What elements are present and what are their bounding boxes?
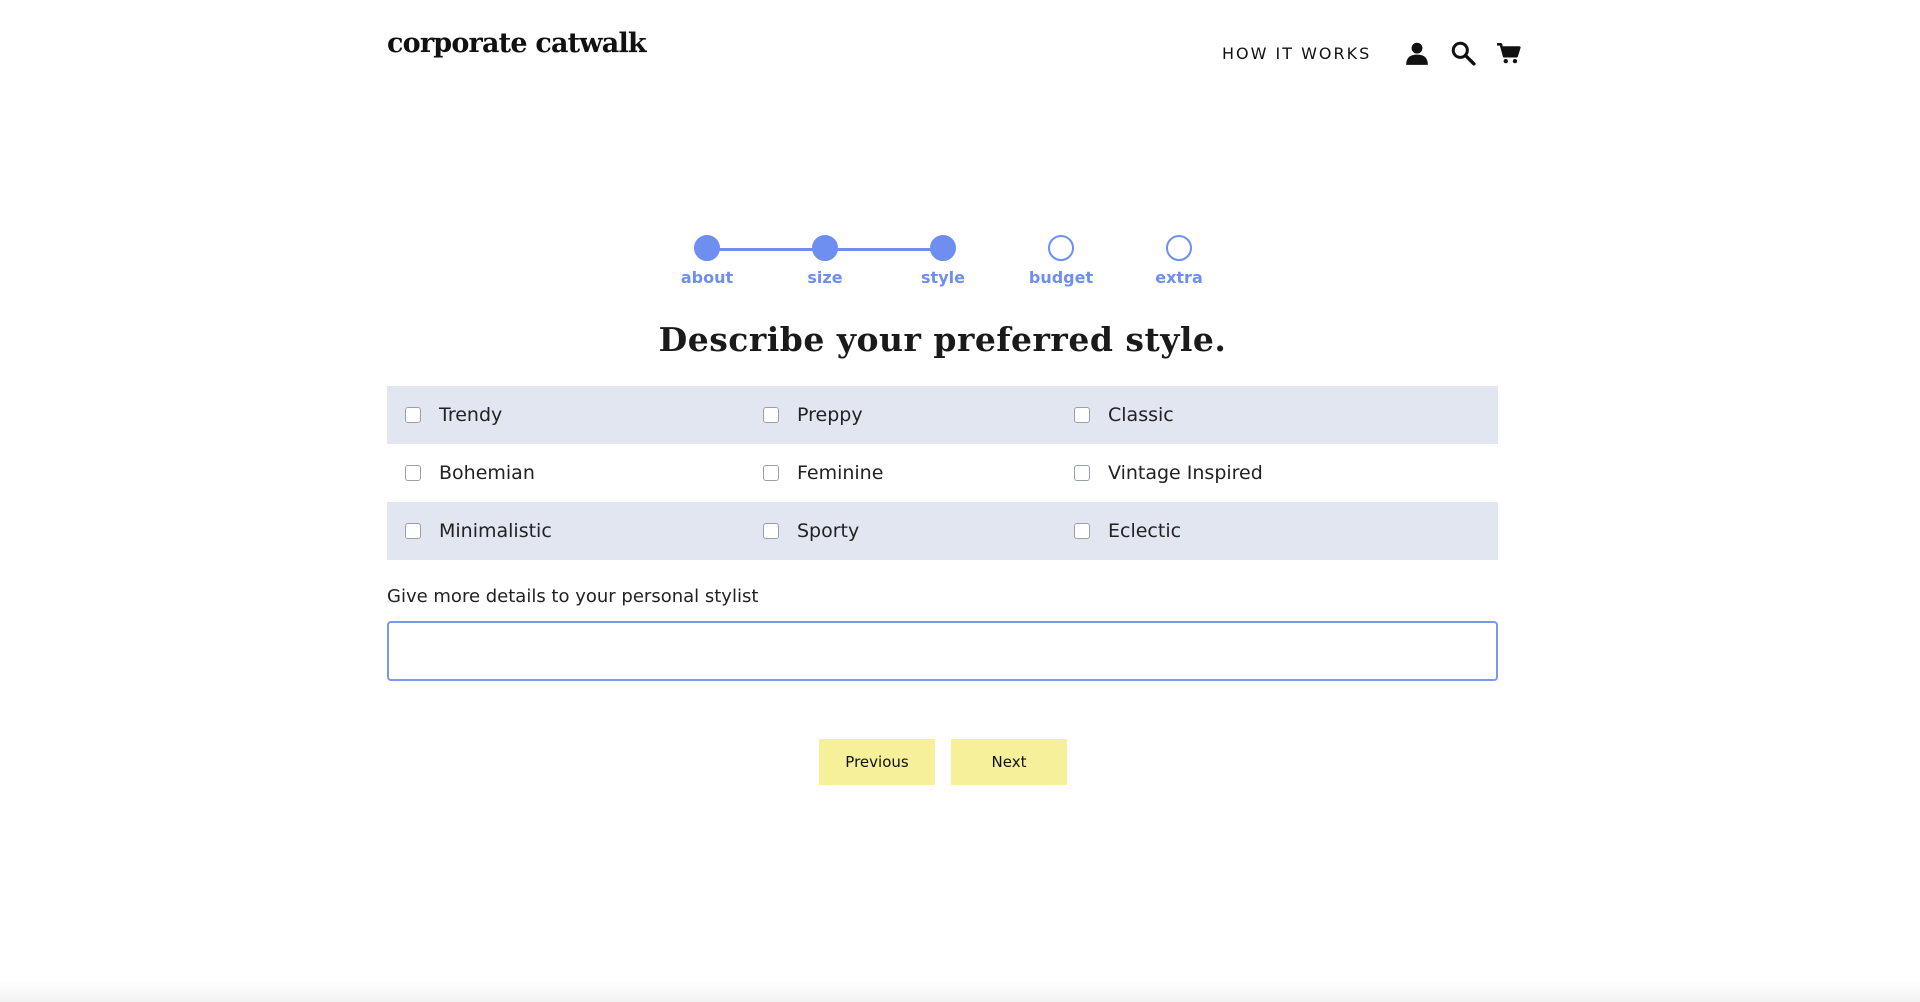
step-budget[interactable]: budget: [1001, 235, 1121, 287]
step-dot-size: [812, 235, 838, 261]
step-about[interactable]: about: [647, 235, 767, 287]
option-sporty[interactable]: Sporty: [763, 502, 859, 560]
options-row: Bohemian Feminine Vintage Inspired: [387, 444, 1498, 502]
step-dot-extra: [1166, 235, 1192, 261]
option-bohemian[interactable]: Bohemian: [405, 444, 535, 502]
option-preppy[interactable]: Preppy: [763, 386, 863, 444]
option-vintage-inspired[interactable]: Vintage Inspired: [1074, 444, 1263, 502]
option-label: Sporty: [797, 520, 860, 542]
option-label: Minimalistic: [439, 520, 552, 542]
checkbox-classic[interactable]: [1074, 407, 1090, 423]
option-eclectic[interactable]: Eclectic: [1074, 502, 1181, 560]
checkbox-bohemian[interactable]: [405, 465, 421, 481]
step-label-style: style: [921, 268, 965, 287]
cart-icon[interactable]: [1496, 40, 1522, 66]
checkbox-trendy[interactable]: [405, 407, 421, 423]
option-trendy[interactable]: Trendy: [405, 386, 502, 444]
style-quiz-page: corporate catwalk HOW IT WORKS about siz…: [0, 0, 1920, 1002]
previous-button[interactable]: Previous: [819, 739, 935, 785]
option-classic[interactable]: Classic: [1074, 386, 1174, 444]
option-label: Preppy: [797, 404, 863, 426]
bottom-edge-shadow: [0, 980, 1920, 1002]
checkbox-minimalistic[interactable]: [405, 523, 421, 539]
step-dot-style: [930, 235, 956, 261]
progress-stepper: about size style budget extra: [0, 235, 1920, 295]
option-label: Trendy: [439, 404, 503, 426]
step-dot-budget: [1048, 235, 1074, 261]
account-icon[interactable]: [1404, 40, 1430, 66]
option-minimalistic[interactable]: Minimalistic: [405, 502, 552, 560]
checkbox-preppy[interactable]: [763, 407, 779, 423]
options-row: Minimalistic Sporty Eclectic: [387, 502, 1498, 560]
next-button[interactable]: Next: [951, 739, 1067, 785]
step-label-about: about: [680, 268, 734, 287]
how-it-works-link[interactable]: HOW IT WORKS: [1222, 44, 1371, 63]
search-icon[interactable]: [1450, 40, 1476, 66]
option-label: Feminine: [797, 462, 884, 484]
details-field-label: Give more details to your personal styli…: [387, 586, 759, 607]
step-extra[interactable]: extra: [1119, 235, 1239, 287]
options-row: Trendy Preppy Classic: [387, 386, 1498, 444]
option-label: Vintage Inspired: [1108, 462, 1263, 484]
checkbox-eclectic[interactable]: [1074, 523, 1090, 539]
option-label: Classic: [1108, 404, 1174, 426]
checkbox-sporty[interactable]: [763, 523, 779, 539]
option-label: Eclectic: [1108, 520, 1182, 542]
stylist-details-input[interactable]: [387, 621, 1498, 681]
step-size[interactable]: size: [765, 235, 885, 287]
step-label-extra: extra: [1155, 268, 1203, 287]
step-style[interactable]: style: [883, 235, 1003, 287]
step-label-budget: budget: [1028, 268, 1094, 287]
option-label: Bohemian: [439, 462, 535, 484]
checkbox-feminine[interactable]: [763, 465, 779, 481]
step-label-size: size: [807, 268, 843, 287]
checkbox-vintage-inspired[interactable]: [1074, 465, 1090, 481]
page-title: Describe your preferred style.: [658, 320, 1227, 359]
site-logo[interactable]: corporate catwalk: [387, 28, 647, 59]
option-feminine[interactable]: Feminine: [763, 444, 883, 502]
step-dot-about: [694, 235, 720, 261]
style-options-grid: Trendy Preppy Classic Bohemian Feminine: [387, 386, 1498, 560]
